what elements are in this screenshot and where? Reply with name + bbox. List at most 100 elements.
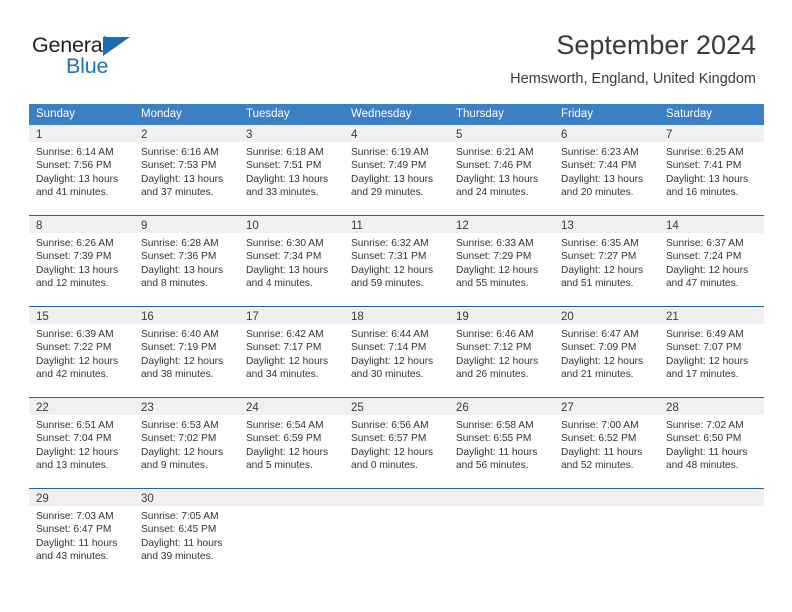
calendar-week-row: 8 Sunrise: 6:26 AM Sunset: 7:39 PM Dayli…	[29, 215, 764, 298]
calendar-day-cell[interactable]: 16 Sunrise: 6:40 AM Sunset: 7:19 PM Dayl…	[134, 307, 239, 389]
daylight-text-line2: and 38 minutes.	[141, 368, 214, 380]
calendar-day-cell[interactable]: 20 Sunrise: 6:47 AM Sunset: 7:09 PM Dayl…	[554, 307, 659, 389]
day-details: Sunrise: 6:56 AM Sunset: 6:57 PM Dayligh…	[344, 415, 449, 472]
calendar-day-cell[interactable]: 29 Sunrise: 7:03 AM Sunset: 6:47 PM Dayl…	[29, 489, 134, 571]
day-details: Sunrise: 6:46 AM Sunset: 7:12 PM Dayligh…	[449, 324, 554, 381]
calendar-day-cell[interactable]: 24 Sunrise: 6:54 AM Sunset: 6:59 PM Dayl…	[239, 398, 344, 480]
sunset-text: Sunset: 7:53 PM	[141, 160, 217, 172]
day-details: Sunrise: 6:42 AM Sunset: 7:17 PM Dayligh…	[239, 324, 344, 381]
sunrise-text: Sunrise: 6:32 AM	[351, 238, 429, 249]
daylight-text-line1: Daylight: 13 hours	[36, 173, 119, 185]
day-number: 10	[246, 220, 259, 232]
calendar-day-cell[interactable]: 9 Sunrise: 6:28 AM Sunset: 7:36 PM Dayli…	[134, 216, 239, 298]
calendar-day-cell[interactable]: 25 Sunrise: 6:56 AM Sunset: 6:57 PM Dayl…	[344, 398, 449, 480]
daylight-text-line1: Daylight: 12 hours	[246, 446, 329, 458]
day-number: 2	[141, 129, 148, 141]
day-number: 19	[456, 311, 469, 323]
calendar-day-cell[interactable]: 12 Sunrise: 6:33 AM Sunset: 7:29 PM Dayl…	[449, 216, 554, 298]
calendar-day-cell[interactable]: 18 Sunrise: 6:44 AM Sunset: 7:14 PM Dayl…	[344, 307, 449, 389]
page-title: September 2024	[556, 30, 756, 60]
daylight-text-line2: and 21 minutes.	[561, 368, 634, 380]
sunrise-text: Sunrise: 7:03 AM	[36, 511, 114, 522]
sunset-text: Sunset: 7:39 PM	[36, 251, 112, 263]
daylight-text-line1: Daylight: 13 hours	[246, 173, 329, 185]
sunrise-text: Sunrise: 6:47 AM	[561, 329, 639, 340]
day-number-band: 16	[134, 307, 239, 324]
sunset-text: Sunset: 7:29 PM	[456, 251, 532, 263]
calendar-day-cell[interactable]: 26 Sunrise: 6:58 AM Sunset: 6:55 PM Dayl…	[449, 398, 554, 480]
day-number-band: 15	[29, 307, 134, 324]
day-number: 18	[351, 311, 364, 323]
day-number: 24	[246, 402, 259, 414]
day-number-band: 23	[134, 398, 239, 415]
calendar-day-cell[interactable]: 1 Sunrise: 6:14 AM Sunset: 7:56 PM Dayli…	[29, 125, 134, 207]
day-number-band: 17	[239, 307, 344, 324]
daylight-text-line1: Daylight: 12 hours	[141, 446, 224, 458]
daylight-text-line2: and 17 minutes.	[666, 368, 739, 380]
day-number-band: 18	[344, 307, 449, 324]
calendar-page: General Blue September 2024 Hemsworth, E…	[0, 0, 792, 612]
calendar-day-cell[interactable]: 21 Sunrise: 6:49 AM Sunset: 7:07 PM Dayl…	[659, 307, 764, 389]
day-number: 3	[246, 129, 253, 141]
day-number-band	[554, 489, 659, 506]
day-number-band: 8	[29, 216, 134, 233]
day-header-monday: Monday	[141, 108, 182, 120]
daylight-text-line2: and 51 minutes.	[561, 277, 634, 289]
calendar-day-cell[interactable]: 3 Sunrise: 6:18 AM Sunset: 7:51 PM Dayli…	[239, 125, 344, 207]
sunset-text: Sunset: 7:14 PM	[351, 342, 427, 354]
day-details: Sunrise: 7:00 AM Sunset: 6:52 PM Dayligh…	[554, 415, 659, 472]
day-details: Sunrise: 6:21 AM Sunset: 7:46 PM Dayligh…	[449, 142, 554, 199]
calendar-day-cell[interactable]: 8 Sunrise: 6:26 AM Sunset: 7:39 PM Dayli…	[29, 216, 134, 298]
calendar-day-cell[interactable]: 14 Sunrise: 6:37 AM Sunset: 7:24 PM Dayl…	[659, 216, 764, 298]
day-number: 25	[351, 402, 364, 414]
day-number: 8	[36, 220, 43, 232]
day-number: 23	[141, 402, 154, 414]
day-number-band: 19	[449, 307, 554, 324]
day-number: 4	[351, 129, 358, 141]
calendar-day-cell[interactable]: 22 Sunrise: 6:51 AM Sunset: 7:04 PM Dayl…	[29, 398, 134, 480]
calendar-day-cell[interactable]: 30 Sunrise: 7:05 AM Sunset: 6:45 PM Dayl…	[134, 489, 239, 571]
day-number-band: 26	[449, 398, 554, 415]
day-number: 5	[456, 129, 463, 141]
calendar-day-cell[interactable]: 7 Sunrise: 6:25 AM Sunset: 7:41 PM Dayli…	[659, 125, 764, 207]
calendar-day-cell[interactable]: 23 Sunrise: 6:53 AM Sunset: 7:02 PM Dayl…	[134, 398, 239, 480]
day-details: Sunrise: 6:14 AM Sunset: 7:56 PM Dayligh…	[29, 142, 134, 199]
day-number-band: 13	[554, 216, 659, 233]
sunrise-text: Sunrise: 6:40 AM	[141, 329, 219, 340]
day-number-band: 7	[659, 125, 764, 142]
calendar-day-cell[interactable]: 2 Sunrise: 6:16 AM Sunset: 7:53 PM Dayli…	[134, 125, 239, 207]
daylight-text-line2: and 0 minutes.	[351, 459, 418, 471]
calendar-day-cell[interactable]: 19 Sunrise: 6:46 AM Sunset: 7:12 PM Dayl…	[449, 307, 554, 389]
daylight-text-line1: Daylight: 11 hours	[561, 446, 643, 458]
generalblue-logo[interactable]: General Blue	[32, 33, 212, 85]
calendar-day-cell[interactable]: 6 Sunrise: 6:23 AM Sunset: 7:44 PM Dayli…	[554, 125, 659, 207]
calendar-day-cell[interactable]: 4 Sunrise: 6:19 AM Sunset: 7:49 PM Dayli…	[344, 125, 449, 207]
sunrise-text: Sunrise: 6:26 AM	[36, 238, 114, 249]
day-details: Sunrise: 6:54 AM Sunset: 6:59 PM Dayligh…	[239, 415, 344, 472]
daylight-text-line1: Daylight: 13 hours	[351, 173, 434, 185]
daylight-text-line2: and 34 minutes.	[246, 368, 319, 380]
calendar-day-cell[interactable]: 17 Sunrise: 6:42 AM Sunset: 7:17 PM Dayl…	[239, 307, 344, 389]
daylight-text-line1: Daylight: 11 hours	[666, 446, 748, 458]
day-details: Sunrise: 7:03 AM Sunset: 6:47 PM Dayligh…	[29, 506, 134, 563]
calendar-day-cell[interactable]: 28 Sunrise: 7:02 AM Sunset: 6:50 PM Dayl…	[659, 398, 764, 480]
sunset-text: Sunset: 7:34 PM	[246, 251, 322, 263]
calendar-week-row: 15 Sunrise: 6:39 AM Sunset: 7:22 PM Dayl…	[29, 306, 764, 389]
calendar-day-cell[interactable]: 10 Sunrise: 6:30 AM Sunset: 7:34 PM Dayl…	[239, 216, 344, 298]
daylight-text-line1: Daylight: 12 hours	[666, 264, 749, 276]
calendar-day-cell[interactable]: 11 Sunrise: 6:32 AM Sunset: 7:31 PM Dayl…	[344, 216, 449, 298]
sunrise-text: Sunrise: 7:02 AM	[666, 420, 744, 431]
day-details: Sunrise: 6:26 AM Sunset: 7:39 PM Dayligh…	[29, 233, 134, 290]
daylight-text-line1: Daylight: 12 hours	[351, 264, 434, 276]
daylight-text-line1: Daylight: 12 hours	[666, 355, 749, 367]
daylight-text-line2: and 42 minutes.	[36, 368, 109, 380]
sunrise-text: Sunrise: 7:00 AM	[561, 420, 639, 431]
daylight-text-line2: and 24 minutes.	[456, 186, 529, 198]
daylight-text-line1: Daylight: 12 hours	[456, 264, 539, 276]
sunrise-text: Sunrise: 6:39 AM	[36, 329, 114, 340]
calendar-day-cell[interactable]: 5 Sunrise: 6:21 AM Sunset: 7:46 PM Dayli…	[449, 125, 554, 207]
calendar-day-cell[interactable]: 15 Sunrise: 6:39 AM Sunset: 7:22 PM Dayl…	[29, 307, 134, 389]
calendar-day-cell[interactable]: 13 Sunrise: 6:35 AM Sunset: 7:27 PM Dayl…	[554, 216, 659, 298]
calendar-day-cell[interactable]: 27 Sunrise: 7:00 AM Sunset: 6:52 PM Dayl…	[554, 398, 659, 480]
page-header: General Blue September 2024 Hemsworth, E…	[0, 0, 792, 100]
